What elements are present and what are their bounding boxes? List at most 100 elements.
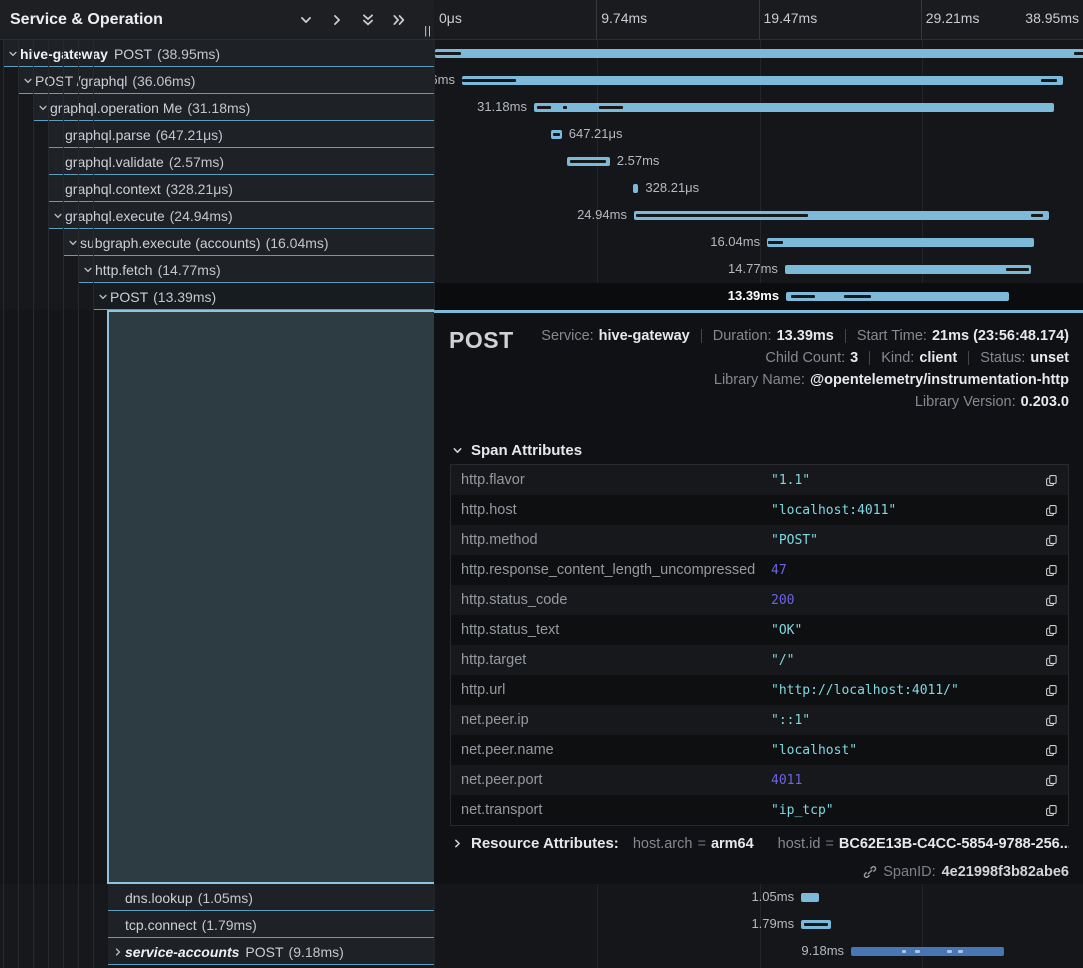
critical-path-mark [570, 160, 606, 163]
span-tree-row[interactable]: http.fetch(14.77ms) [0, 256, 434, 283]
ruler-tick-label: 0μs [439, 10, 462, 26]
meta-value: 13.39ms [777, 325, 834, 347]
attribute-key: net.peer.ip [461, 712, 771, 728]
span-tree-row[interactable]: graphql.context(328.21μs) [0, 175, 434, 202]
span-bar-row[interactable]: 36.06ms [435, 67, 1083, 94]
span-bar[interactable] [785, 265, 1031, 274]
chevron-down-icon[interactable] [6, 49, 20, 59]
resource-attributes-title[interactable]: Resource Attributes: [471, 835, 619, 852]
copy-icon[interactable] [1040, 654, 1058, 667]
chevron-down-icon[interactable] [96, 292, 110, 302]
double-chevron-right-icon[interactable] [392, 13, 406, 27]
resource-attributes-items: host.arch=arm64host.id=BC62E13B-C4CC-585… [633, 836, 1069, 852]
span-bar[interactable] [462, 76, 1063, 85]
chevron-right-icon[interactable] [450, 838, 464, 849]
span-tree-row[interactable]: service-accountsPOST(9.18ms) [0, 938, 434, 965]
copy-icon[interactable] [1040, 624, 1058, 637]
copy-icon[interactable] [1040, 714, 1058, 727]
span-id-label: SpanID: [883, 864, 935, 880]
span-tree-row[interactable]: graphql.execute(24.94ms) [0, 202, 434, 229]
copy-icon[interactable] [1040, 744, 1058, 757]
span-bar[interactable] [801, 893, 818, 902]
chevron-down-icon[interactable] [51, 211, 65, 221]
attribute-key: net.peer.name [461, 742, 771, 758]
span-tree-row[interactable]: subgraph.execute (accounts)(16.04ms) [0, 229, 434, 256]
span-bar-row[interactable]: 1.79ms [435, 911, 1083, 938]
span-tree-row[interactable]: graphql.parse(647.21μs) [0, 121, 434, 148]
trace-viewer: Service & Operation || 0μs9.74ms19.47ms2… [0, 0, 1083, 968]
span-bar-row[interactable]: 14.77ms [435, 256, 1083, 283]
span-bar[interactable] [633, 184, 638, 193]
span-bar-row[interactable]: 38.95ms [435, 40, 1083, 67]
span-tree-row[interactable]: graphql.operation Me(31.18ms) [0, 94, 434, 121]
span-bar[interactable] [435, 49, 1083, 58]
span-attributes-header[interactable]: Span Attributes [450, 442, 582, 459]
copy-icon[interactable] [1040, 534, 1058, 547]
copy-icon[interactable] [1040, 564, 1058, 577]
span-bar-row[interactable]: 24.94ms [435, 202, 1083, 229]
chevron-right-icon[interactable] [111, 947, 125, 957]
span-tree-row[interactable]: graphql.validate(2.57ms) [0, 148, 434, 175]
chevron-down-icon[interactable] [66, 238, 80, 248]
attribute-key: net.transport [461, 802, 771, 818]
attribute-key: net.peer.port [461, 772, 771, 788]
span-tree-row[interactable]: tcp.connect(1.79ms) [0, 911, 434, 938]
span-tree-row[interactable]: hive-gatewayPOST(38.95ms) [0, 40, 434, 67]
bar-duration-label: 1.79ms [751, 916, 794, 931]
span-tree-row[interactable]: POST(13.39ms) [0, 283, 434, 310]
resource-equals: = [825, 836, 833, 852]
span-bar[interactable] [534, 103, 1054, 112]
selected-span-detail-spacer[interactable] [107, 310, 434, 884]
span-bar-row[interactable]: 31.18ms [435, 94, 1083, 121]
resource-attributes-row: Resource Attributes: host.arch=arm64host… [450, 835, 1069, 852]
chevron-down-icon[interactable] [36, 103, 50, 113]
span-bar-row[interactable]: 328.21μs [435, 175, 1083, 202]
span-bar[interactable] [801, 920, 831, 929]
timeline-ruler[interactable]: 0μs9.74ms19.47ms29.21ms38.95ms [434, 0, 1083, 40]
link-icon[interactable] [863, 865, 877, 879]
chevron-down-icon[interactable] [81, 265, 95, 275]
attribute-key: http.target [461, 652, 771, 668]
span-duration: (1.05ms) [198, 885, 253, 911]
span-bar-row[interactable]: 16.04ms [435, 229, 1083, 256]
span-bar[interactable] [786, 292, 1009, 301]
chevron-down-icon[interactable] [299, 13, 313, 27]
span-bar-row[interactable]: 13.39ms [435, 283, 1083, 310]
span-duration: (647.21μs) [156, 122, 223, 148]
row-content: subgraph.execute (accounts)(16.04ms) [0, 229, 434, 256]
span-bar[interactable] [634, 211, 1050, 220]
chevron-down-icon[interactable] [21, 76, 35, 86]
attribute-value: "POST" [771, 533, 1040, 548]
critical-path-mark [844, 295, 871, 298]
copy-icon[interactable] [1040, 684, 1058, 697]
double-chevron-down-icon[interactable] [361, 13, 375, 27]
critical-path-mark [768, 241, 783, 244]
row-content: hive-gatewayPOST(38.95ms) [0, 40, 434, 67]
operation-name: tcp.connect [125, 912, 197, 938]
copy-icon[interactable] [1040, 504, 1058, 517]
span-tree-row[interactable]: POST /graphql(36.06ms) [0, 67, 434, 94]
span-bar-row[interactable]: 9.18ms [435, 938, 1083, 965]
column-splitter-handle[interactable]: || [424, 25, 432, 37]
span-bar[interactable] [767, 238, 1034, 247]
span-duration: (14.77ms) [158, 257, 221, 283]
span-duration: (31.18ms) [187, 95, 250, 121]
span-bar-row[interactable]: 1.05ms [435, 884, 1083, 911]
copy-icon[interactable] [1040, 804, 1058, 817]
span-bar[interactable] [551, 130, 562, 139]
copy-icon[interactable] [1040, 594, 1058, 607]
bar-duration-label: 16.04ms [710, 234, 760, 249]
span-bars-top: 38.95ms36.06ms31.18ms647.21μs2.57ms328.2… [434, 40, 1083, 310]
copy-icon[interactable] [1040, 774, 1058, 787]
span-bar[interactable] [567, 157, 610, 166]
span-bar[interactable] [851, 947, 1004, 956]
span-bar-row[interactable]: 2.57ms [435, 148, 1083, 175]
chevron-right-icon[interactable] [330, 13, 344, 27]
row-divider [108, 964, 434, 965]
meta-divider [845, 329, 846, 343]
row-content: POST(13.39ms) [0, 283, 434, 310]
span-tree-row[interactable]: dns.lookup(1.05ms) [0, 884, 434, 911]
span-details-panel: POST Service:hive-gatewayDuration:13.39m… [434, 310, 1083, 884]
span-bar-row[interactable]: 647.21μs [435, 121, 1083, 148]
copy-icon[interactable] [1040, 474, 1058, 487]
